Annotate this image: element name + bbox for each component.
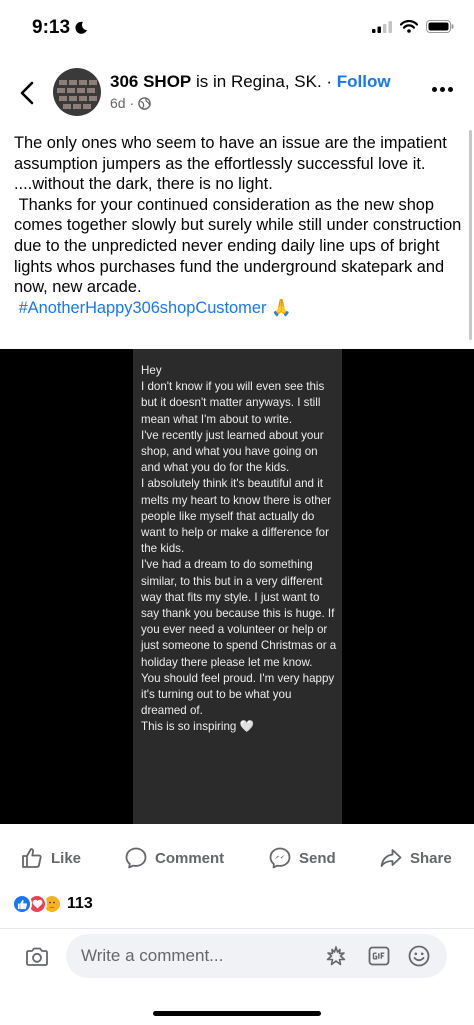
- home-indicator[interactable]: [153, 1011, 321, 1016]
- reaction-count: 113: [67, 895, 93, 912]
- share-label: Share: [410, 849, 452, 867]
- send-button[interactable]: Send: [268, 838, 336, 878]
- post-author-line: 306 SHOP is in Regina, SK. · Follow: [110, 72, 391, 92]
- gif-icon[interactable]: [367, 944, 391, 968]
- share-button[interactable]: Share: [379, 838, 452, 878]
- post-meta: 6d ·: [110, 95, 151, 111]
- more-dot-icon: [440, 86, 445, 92]
- post-action-bar: Like Comment Send Share: [0, 838, 474, 878]
- post-body: The only ones who seem to have an issue …: [14, 133, 464, 318]
- status-bar: 9:13: [0, 0, 474, 56]
- scrollbar[interactable]: [469, 130, 472, 340]
- comment-input[interactable]: Write a comment...: [66, 934, 447, 978]
- emoji-icon[interactable]: [407, 944, 431, 968]
- messenger-icon: [269, 847, 291, 869]
- signal-icon: [372, 20, 392, 33]
- post-image[interactable]: Hey I don't know if you will even see th…: [0, 349, 474, 824]
- share-arrow-icon: [380, 849, 402, 867]
- more-options-button[interactable]: [432, 84, 456, 94]
- status-icons: [372, 20, 454, 33]
- comment-bubble-icon: [125, 847, 147, 869]
- comment-label: Comment: [155, 849, 225, 867]
- page-name[interactable]: 306 SHOP: [110, 72, 191, 91]
- comment-placeholder: Write a comment...: [81, 946, 224, 965]
- more-dot-icon: [432, 86, 437, 92]
- camera-button[interactable]: [24, 944, 50, 970]
- post-body-text: The only ones who seem to have an issue …: [14, 134, 462, 297]
- status-time: 9:13: [32, 17, 88, 39]
- clock-text: 9:13: [32, 17, 71, 38]
- more-dot-icon: [448, 86, 453, 92]
- wifi-icon: [400, 20, 418, 33]
- comment-button[interactable]: Comment: [124, 838, 224, 878]
- message-text: Hey I don't know if you will even see th…: [141, 364, 337, 734]
- camera-icon: [26, 947, 48, 966]
- like-button[interactable]: Like: [20, 838, 81, 878]
- folded-hands-emoji: 🙏: [270, 298, 292, 317]
- like-label: Like: [51, 849, 82, 867]
- chevron-left-icon: [20, 81, 34, 105]
- hashtag-link[interactable]: #AnotherHappy306shopCustomer: [19, 299, 267, 317]
- page-avatar[interactable]: [53, 68, 101, 116]
- post-header: 306 SHOP is in Regina, SK. · Follow 6d ·: [0, 62, 474, 124]
- location-text: is in Regina, SK. ·: [191, 72, 337, 91]
- moon-icon: [75, 21, 88, 34]
- like-reaction-icon: [12, 894, 32, 914]
- thumbs-up-icon: [22, 848, 42, 868]
- reactions-summary[interactable]: 113: [12, 891, 93, 917]
- battery-icon: [426, 20, 454, 33]
- message-screenshot: Hey I don't know if you will even see th…: [133, 349, 342, 824]
- back-button[interactable]: [14, 78, 40, 108]
- post-age: 6d ·: [110, 95, 135, 111]
- send-label: Send: [299, 849, 336, 867]
- globe-icon: [138, 96, 151, 110]
- avatar-sticker-icon[interactable]: [324, 944, 348, 968]
- follow-button[interactable]: Follow: [337, 72, 391, 91]
- divider: [0, 928, 474, 929]
